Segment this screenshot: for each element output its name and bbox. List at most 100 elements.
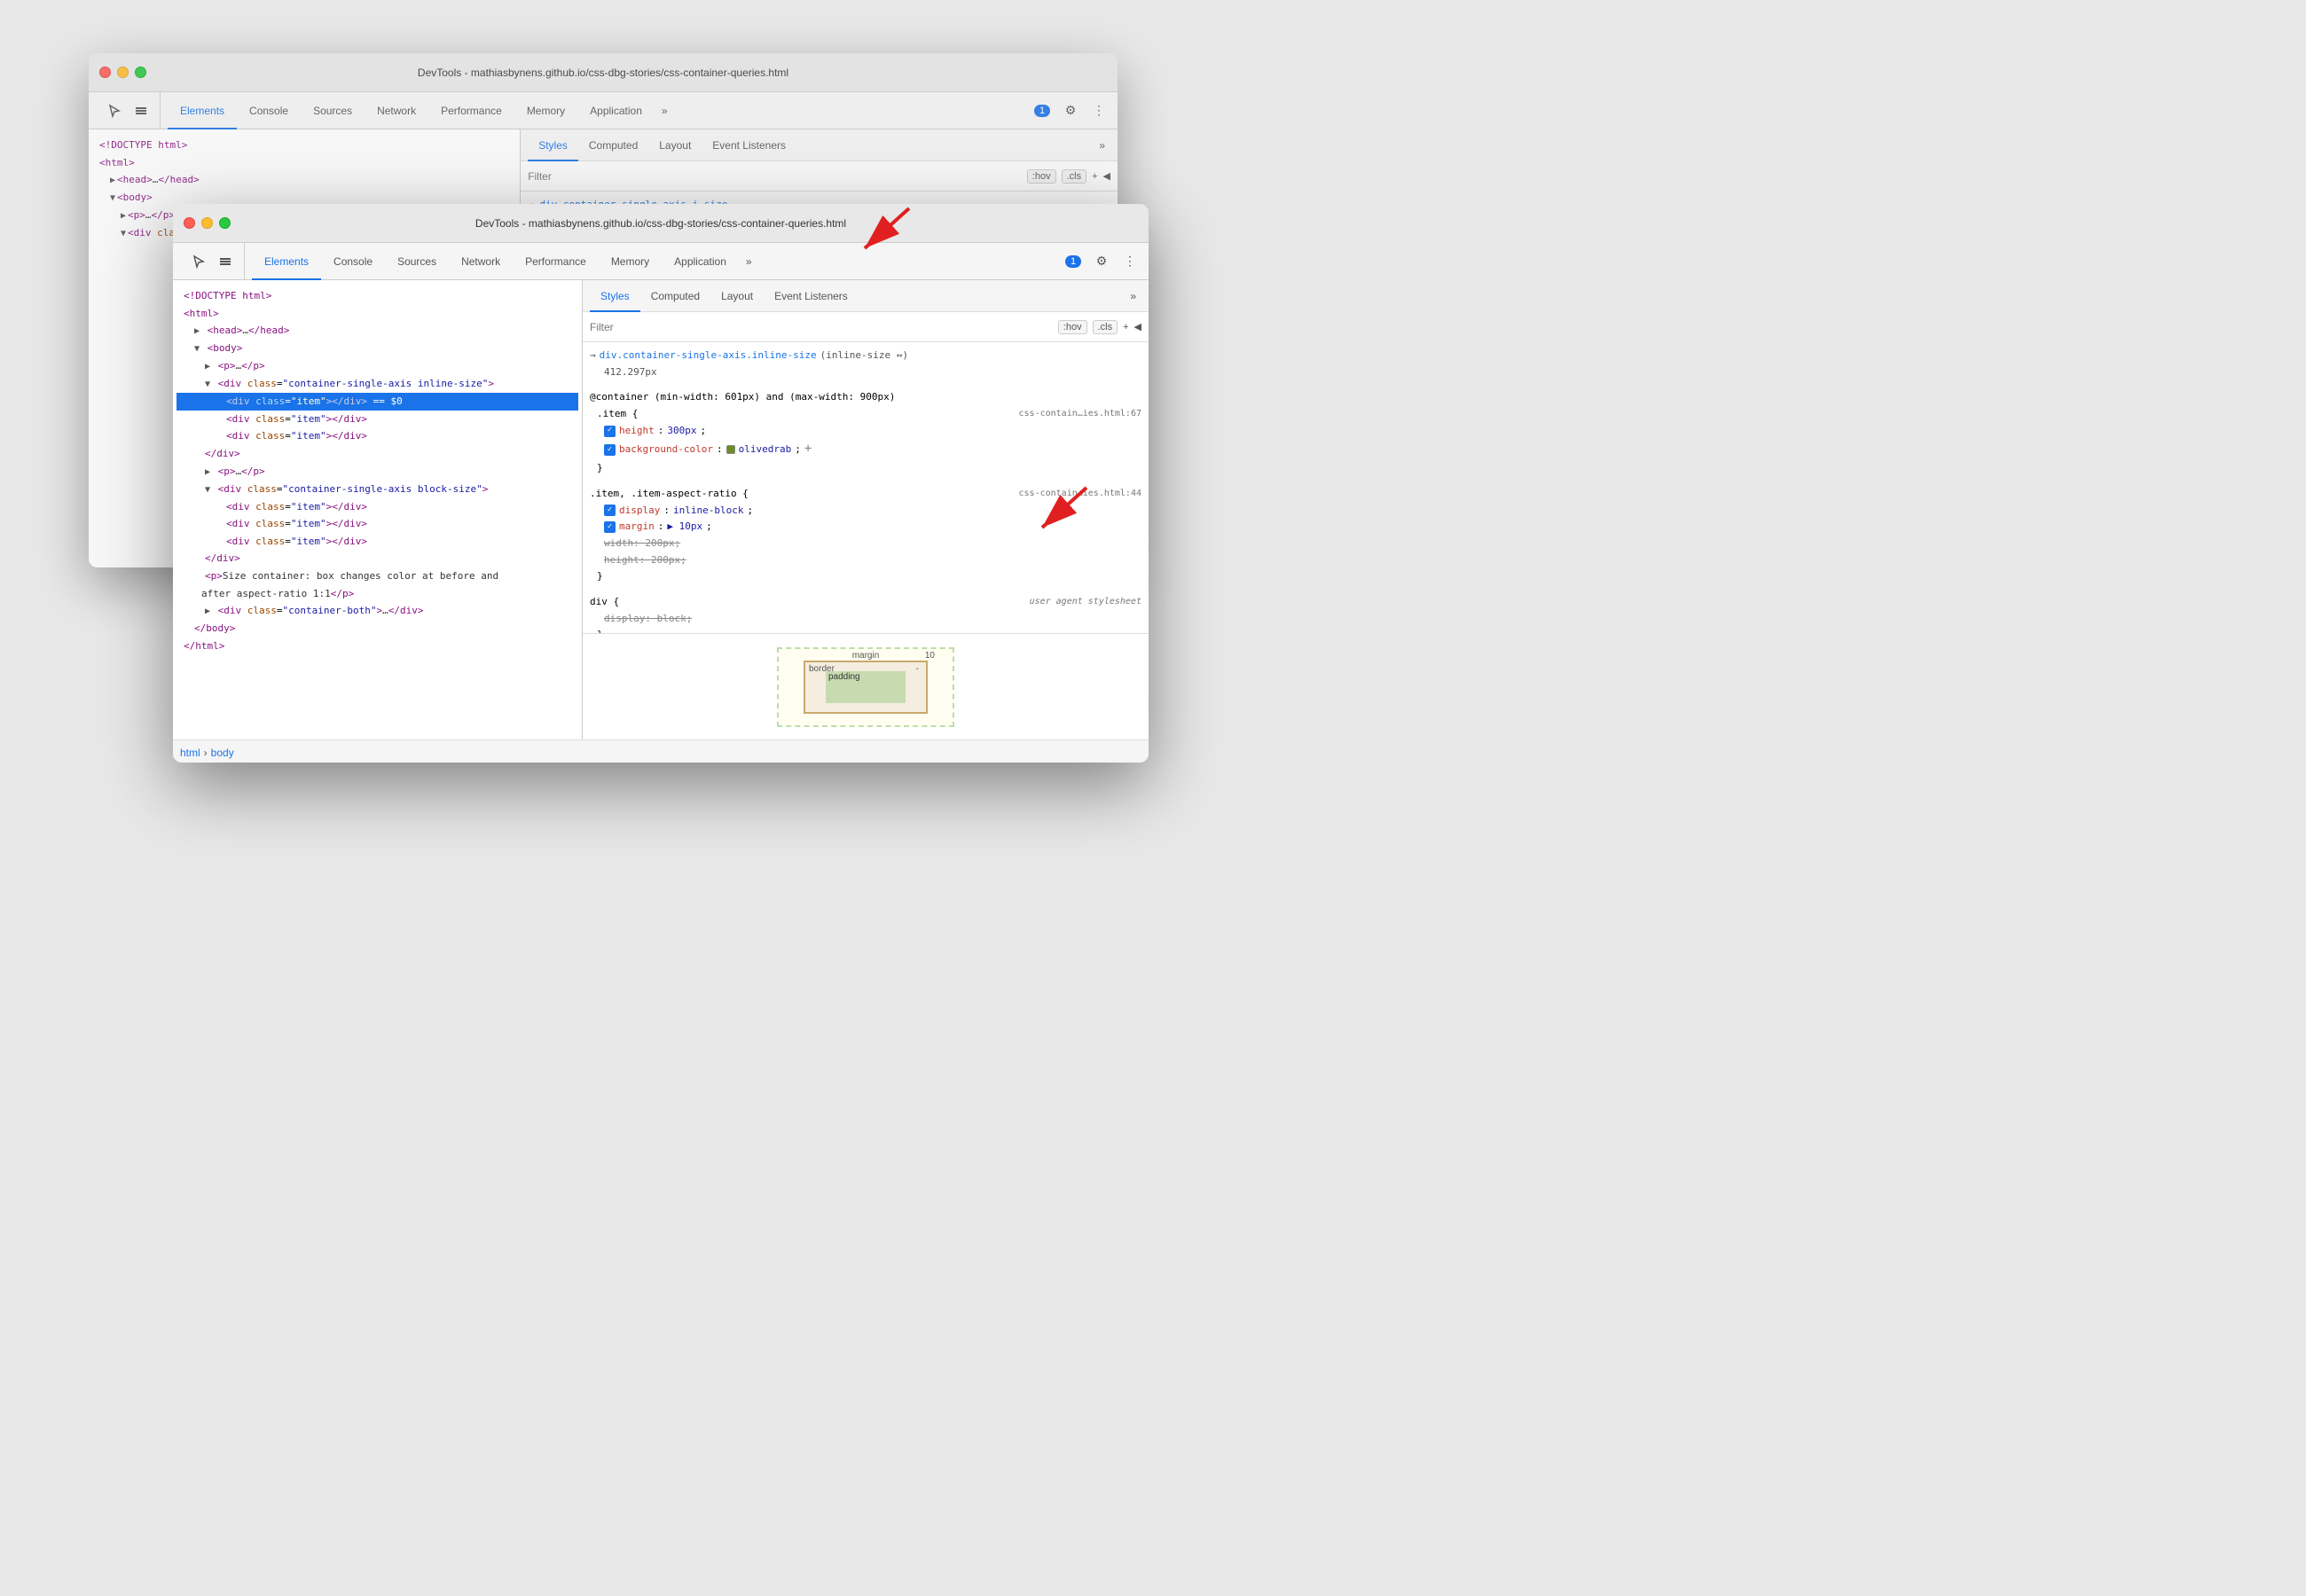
attr-name: class bbox=[255, 430, 285, 442]
tag: > bbox=[482, 483, 489, 495]
triangle-icon[interactable] bbox=[205, 606, 210, 616]
dom-line[interactable]: after aspect-ratio 1:1</p> bbox=[176, 585, 578, 603]
triangle-icon[interactable] bbox=[205, 362, 210, 372]
tag: </head> bbox=[248, 325, 289, 336]
css-source-ua: user agent stylesheet bbox=[1030, 594, 1141, 611]
prop-striked: height: 200px; bbox=[604, 552, 686, 569]
breadcrumb-bar: html › body bbox=[173, 739, 1149, 763]
attr-name: class bbox=[247, 483, 277, 495]
dom-line[interactable]: <div class="container-single-axis inline… bbox=[176, 375, 578, 393]
breadcrumb-html[interactable]: html bbox=[180, 747, 200, 759]
chat-icon-front[interactable]: 1 bbox=[1062, 250, 1085, 273]
tab-performance-front[interactable]: Performance bbox=[513, 244, 599, 280]
box-model-panel: margin 10 border - padding bbox=[583, 633, 1149, 739]
triangle-icon[interactable] bbox=[205, 379, 210, 389]
tag: </div> bbox=[388, 605, 424, 616]
close-brace: } bbox=[590, 568, 1141, 585]
maximize-button-front[interactable] bbox=[219, 217, 231, 229]
tab-memory-front[interactable]: Memory bbox=[599, 244, 662, 280]
prop-value: inline-block bbox=[673, 503, 743, 520]
tag: <p> bbox=[218, 360, 236, 372]
close-button-front[interactable] bbox=[184, 217, 195, 229]
dom-line[interactable]: <p>…</p> bbox=[176, 357, 578, 375]
tag: <html> bbox=[184, 308, 219, 319]
dom-line[interactable]: <div class="container-both">…</div> bbox=[176, 602, 578, 620]
red-arrow-front bbox=[1024, 479, 1095, 552]
tag: </div> bbox=[205, 448, 240, 459]
more-icon-front[interactable]: ⋮ bbox=[1118, 250, 1141, 273]
breadcrumb-body[interactable]: body bbox=[211, 747, 234, 759]
tag: > bbox=[488, 378, 494, 389]
cursor-icon[interactable] bbox=[187, 250, 210, 273]
css-prop-height: height : 300px ; bbox=[590, 423, 1141, 440]
traffic-lights-front[interactable] bbox=[184, 217, 231, 229]
dom-line[interactable]: </body> bbox=[176, 620, 578, 638]
styles-tab-layout-front[interactable]: Layout bbox=[710, 281, 764, 312]
close-brace: } bbox=[590, 627, 1141, 633]
tag: </p> bbox=[241, 466, 265, 477]
triangle-icon[interactable] bbox=[194, 326, 200, 336]
rule4-selector: div { user agent stylesheet bbox=[590, 594, 1141, 611]
dom-line[interactable]: <p>…</p> bbox=[176, 463, 578, 481]
prop-checkbox-height[interactable] bbox=[604, 426, 616, 437]
dom-line[interactable]: </div> bbox=[176, 445, 578, 463]
add-style-icon-front[interactable]: + bbox=[1123, 322, 1128, 332]
css-rule-block-4: div { user agent stylesheet display: blo… bbox=[590, 594, 1141, 633]
css-selector-line: → div.container-single-axis.inline-size … bbox=[590, 348, 1141, 364]
collapse-icon-front[interactable]: ◀ bbox=[1134, 321, 1141, 332]
hov-button-front[interactable]: :hov bbox=[1058, 320, 1087, 334]
prop-checkbox-bgcolor[interactable] bbox=[604, 444, 616, 456]
dom-line[interactable]: <p>Size container: box changes color at … bbox=[176, 567, 578, 585]
tag: <head> bbox=[208, 325, 243, 336]
dom-line[interactable]: <div class="container-single-axis block-… bbox=[176, 481, 578, 498]
dom-line[interactable]: <div class="item"></div> bbox=[176, 498, 578, 516]
tab-network-front[interactable]: Network bbox=[449, 244, 513, 280]
tab-elements-front[interactable]: Elements bbox=[252, 244, 321, 280]
attr-name: class bbox=[247, 605, 277, 616]
dom-line[interactable]: <!DOCTYPE html> bbox=[176, 287, 578, 305]
styles-tab-computed-front[interactable]: Computed bbox=[640, 281, 710, 312]
filter-input-front[interactable] bbox=[590, 321, 1051, 333]
dom-line[interactable]: </div> bbox=[176, 550, 578, 567]
minimize-button-front[interactable] bbox=[201, 217, 213, 229]
toolbar-icons-front bbox=[180, 243, 245, 279]
dom-line-selected[interactable]: <div class="item"></div> == $0 bbox=[176, 393, 578, 411]
tag: <div bbox=[218, 378, 242, 389]
settings-icon-front[interactable]: ⚙ bbox=[1090, 250, 1113, 273]
tab-more-front[interactable]: » bbox=[739, 243, 759, 279]
styles-tab-event-listeners-front[interactable]: Event Listeners bbox=[764, 281, 859, 312]
triangle-icon[interactable] bbox=[205, 467, 210, 477]
dom-line[interactable]: <div class="item"></div> bbox=[176, 515, 578, 533]
tab-console-front[interactable]: Console bbox=[321, 244, 385, 280]
tag: <div bbox=[226, 501, 250, 512]
attr-name: class bbox=[255, 501, 285, 512]
tab-sources-front[interactable]: Sources bbox=[385, 244, 449, 280]
tab-application-front[interactable]: Application bbox=[662, 244, 739, 280]
dom-line[interactable]: <head>…</head> bbox=[176, 322, 578, 340]
selector-link-front[interactable]: div.container-single-axis.inline-size bbox=[600, 348, 817, 364]
prop-checkbox-margin[interactable] bbox=[604, 521, 616, 533]
styles-tab-styles-front[interactable]: Styles bbox=[590, 281, 640, 312]
styles-tab-more-front[interactable]: » bbox=[1125, 280, 1141, 311]
css-prop-height2: height: 200px; bbox=[590, 552, 1141, 569]
triangle-icon[interactable] bbox=[205, 485, 210, 495]
triangle-icon[interactable] bbox=[194, 344, 200, 354]
layers-icon[interactable] bbox=[214, 250, 237, 273]
dom-line[interactable]: <div class="item"></div> bbox=[176, 411, 578, 428]
dom-panel-front[interactable]: <!DOCTYPE html> <html> <head>…</head> <b… bbox=[173, 280, 583, 739]
dom-line[interactable]: <div class="item"></div> bbox=[176, 427, 578, 445]
dom-line[interactable]: <body> bbox=[176, 340, 578, 357]
dom-line[interactable]: </html> bbox=[176, 638, 578, 655]
color-swatch[interactable] bbox=[726, 445, 735, 454]
prop-value: ▶ 10px bbox=[667, 519, 702, 536]
devtools-window-front[interactable]: DevTools - mathiasbynens.github.io/css-d… bbox=[173, 204, 1149, 763]
cls-button-front[interactable]: .cls bbox=[1093, 320, 1118, 334]
add-property-button[interactable]: + bbox=[804, 439, 812, 460]
dom-line[interactable]: <html> bbox=[176, 305, 578, 323]
tag: </div> bbox=[205, 552, 240, 564]
attr-name: class bbox=[255, 395, 285, 407]
right-icons-front: 1 ⚙ ⋮ bbox=[1062, 243, 1141, 279]
dom-line[interactable]: <div class="item"></div> bbox=[176, 533, 578, 551]
attr-value: "container-single-axis inline-size" bbox=[283, 378, 489, 389]
prop-checkbox-display[interactable] bbox=[604, 505, 616, 516]
